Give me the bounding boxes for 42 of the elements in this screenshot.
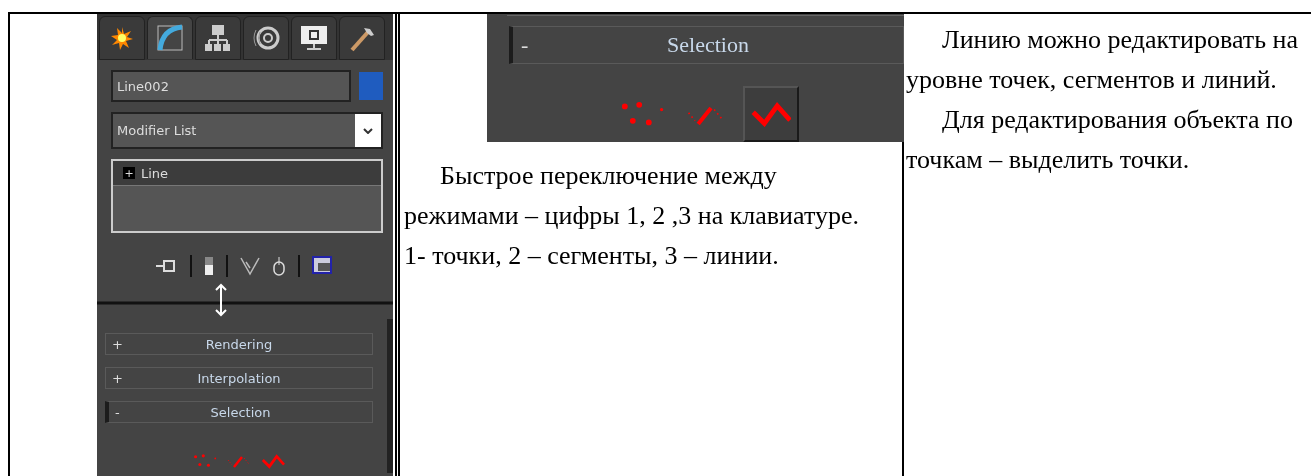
target-icon [252,24,280,52]
mouse-icon[interactable] [272,256,286,276]
rollout-title: Rendering [205,336,273,352]
stack-item[interactable]: + Line [113,161,381,186]
bar-icon[interactable] [204,256,214,276]
spline-icon [749,101,792,127]
selection-level-button[interactable] [742,86,799,142]
object-color-swatch[interactable] [359,72,383,100]
description-paragraph: Линию можно редактировать на уровне точек, сегментов и линий. [906,24,1299,96]
panel-tab[interactable] [291,16,337,60]
object-name-field[interactable]: Line002 [111,70,351,102]
funnel-icon[interactable] [240,256,260,276]
stack-item-label: Line [141,165,169,181]
rollout-header[interactable]: - Selection [509,26,904,64]
rollout-header[interactable]: + Interpolation [105,367,373,389]
rollout-header[interactable]: + Rendering [105,333,373,355]
panel-tab[interactable] [339,16,385,60]
monitor-icon [299,24,329,52]
panel-tab[interactable] [147,16,193,59]
hierarchy-icon [204,24,232,52]
rollout-sign: - [115,404,120,420]
caret-icon [363,127,373,134]
instruction-paragraph: Быстрое переключение между режимами – цифры 1, 2 ,3 на клавиатуре. 1- точки, 2 – сегменты, 3 – линии. [404,160,860,272]
configure-icon[interactable] [312,256,334,276]
panel-tab[interactable] [195,16,241,60]
panel-tab[interactable] [243,16,289,60]
rollout-sign: + [112,336,123,352]
rollout-title: Selection [210,404,271,420]
rollout-title: Selection [667,32,749,58]
description-paragraph: Для редактирования объекта по точкам – выделить точки. [906,104,1294,176]
panel-tab[interactable] [99,16,145,60]
curve-icon [155,23,185,53]
modifier-list-dropdown[interactable]: Modifier List [111,112,383,149]
expand-toggle[interactable]: + [123,167,135,179]
starburst-icon [110,26,134,50]
pin-icon[interactable] [156,259,178,273]
vertex-icon [193,452,217,470]
spline-icon [261,453,285,469]
rollout-sign: + [112,370,123,386]
rollout-title: Interpolation [197,370,281,386]
rollout-header[interactable]: - Selection [105,401,373,423]
rollout-sign: - [521,32,529,58]
